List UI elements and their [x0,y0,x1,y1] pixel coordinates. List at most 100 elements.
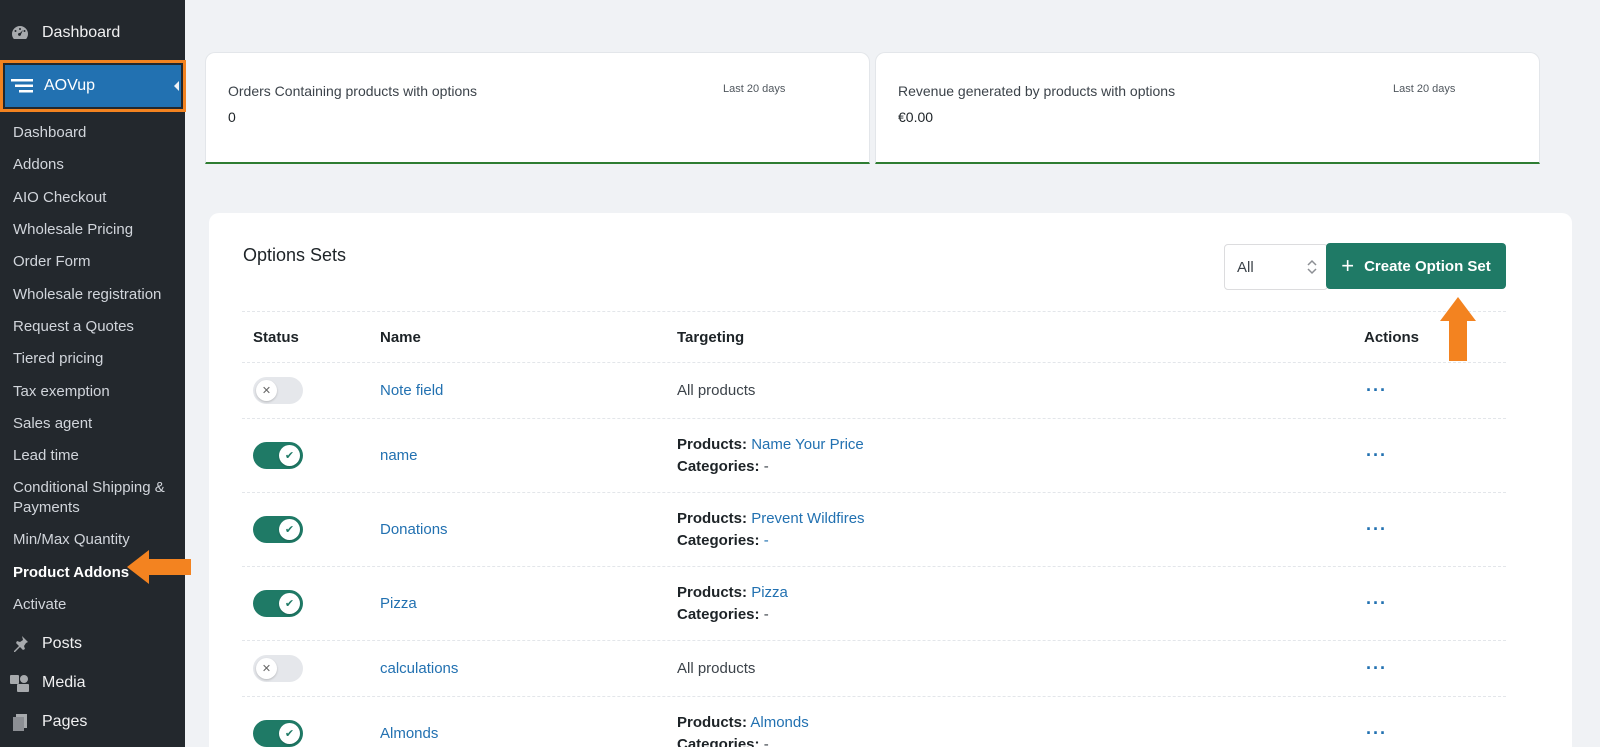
categories-label: Categories: [677,531,760,549]
options-sets-panel: Options Sets All + Create Option Set Sta… [209,213,1572,747]
header-status: Status [253,328,299,346]
more-actions-icon[interactable]: ··· [1364,593,1387,613]
submenu-request-quotes[interactable]: Request a Quotes [0,311,185,343]
submenu-dashboard[interactable]: Dashboard [0,117,185,149]
stat-card-revenue: Revenue generated by products with optio… [875,52,1540,164]
menu-posts[interactable]: Posts [0,624,185,664]
status-toggle[interactable]: ✔ [253,720,303,747]
option-set-name-link[interactable]: Almonds [380,725,438,742]
categories-label: Categories: [677,605,760,623]
option-sets-table: Status Name Targeting Actions ✕ Note fie… [242,311,1506,747]
status-toggle[interactable]: ✔ [253,442,303,469]
option-set-name-link[interactable]: Note field [380,382,443,399]
select-arrows-icon [1307,259,1317,275]
more-actions-icon[interactable]: ··· [1364,445,1387,465]
stat-period: Last 20 days [1393,83,1456,95]
page-title: Options Sets [243,245,347,265]
aovup-highlight: AOVup [0,60,186,112]
menu-dashboard[interactable]: Dashboard [0,13,185,53]
products-label: Products: [677,509,748,527]
admin-sidebar: Dashboard AOVup Dashboard Addons AIO Che… [0,0,186,747]
toggle-off-x-icon: ✕ [256,658,277,679]
header-actions: Actions [1364,328,1420,346]
submenu-addons[interactable]: Addons [0,149,185,181]
categories-value: - [763,605,769,623]
product-link[interactable]: Almonds [750,714,808,731]
categories-label: Categories: [677,735,760,747]
dashboard-icon [8,22,32,44]
product-link[interactable]: Name Your Price [751,436,864,453]
product-link[interactable]: Pizza [751,584,788,601]
stat-label: Orders Containing products with options [228,83,478,99]
status-toggle[interactable]: ✔ [253,516,303,543]
more-actions-icon[interactable]: ··· [1364,723,1387,743]
more-actions-icon[interactable]: ··· [1364,519,1387,539]
submenu-tiered-pricing[interactable]: Tiered pricing [0,343,185,375]
submenu-activate[interactable]: Activate [0,589,185,621]
toggle-on-check-icon: ✔ [279,519,300,540]
table-row: ✔ name Products: Name Your Price Categor… [242,419,1506,493]
submenu-aio-checkout[interactable]: AIO Checkout [0,182,185,214]
pages-icon [8,711,32,733]
table-header: Status Name Targeting Actions [242,311,1506,363]
menu-aovup-label: AOVup [44,77,95,94]
categories-label: Categories: [677,457,760,475]
left-pointer-arrow-icon [127,550,191,584]
plus-icon: + [1341,253,1355,278]
toggle-off-x-icon: ✕ [256,380,277,401]
products-label: Products: [677,583,748,601]
create-option-set-label: Create Option Set [1364,257,1491,275]
stat-value: 0 [228,109,236,125]
table-row: ✕ calculations All products ··· [242,641,1506,697]
create-option-set-button[interactable]: + Create Option Set [1326,243,1506,289]
header-name: Name [380,328,421,346]
categories-value: - [763,531,769,549]
stat-period: Last 20 days [723,83,786,95]
submenu-order-form[interactable]: Order Form [0,246,185,278]
option-set-name-link[interactable]: calculations [380,660,458,677]
status-filter-select[interactable]: All [1224,244,1328,290]
stat-value: €0.00 [898,109,934,125]
aovup-submenu: Dashboard Addons AIO Checkout Wholesale … [0,117,185,621]
stat-label: Revenue generated by products with optio… [898,83,1176,99]
more-actions-icon[interactable]: ··· [1364,380,1387,400]
menu-media-label: Media [42,674,86,691]
aovup-icon [10,78,34,94]
submenu-conditional-shipping[interactable]: Conditional Shipping & Payments [0,472,185,524]
current-menu-caret [174,81,179,91]
targeting-text: All products [677,382,756,399]
categories-value: - [763,457,769,475]
more-actions-icon[interactable]: ··· [1364,658,1387,678]
toggle-on-check-icon: ✔ [279,593,300,614]
menu-aovup[interactable]: AOVup [5,65,181,107]
submenu-sales-agent[interactable]: Sales agent [0,408,185,440]
option-set-name-link[interactable]: name [380,447,418,464]
targeting-text: All products [677,660,756,677]
stat-card-orders: Orders Containing products with options … [205,52,870,164]
status-toggle[interactable]: ✔ [253,590,303,617]
toggle-on-check-icon: ✔ [279,723,300,744]
status-toggle[interactable]: ✕ [253,655,303,682]
submenu-lead-time[interactable]: Lead time [0,440,185,472]
up-pointer-arrow-icon [1440,297,1476,361]
status-toggle[interactable]: ✕ [253,377,303,404]
table-row: ✔ Donations Products: Prevent Wildfires … [242,493,1506,567]
table-row: ✕ Note field All products ··· [242,363,1506,419]
product-link[interactable]: Prevent Wildfires [751,510,864,527]
media-icon [8,672,32,694]
products-label: Products: [677,713,748,731]
header-targeting: Targeting [677,328,745,346]
submenu-wholesale-pricing[interactable]: Wholesale Pricing [0,214,185,246]
submenu-wholesale-registration[interactable]: Wholesale registration [0,278,185,310]
menu-pages[interactable]: Pages [0,702,185,742]
menu-pages-label: Pages [42,713,88,730]
menu-posts-label: Posts [42,635,83,652]
pin-icon [8,633,32,655]
menu-dashboard-label: Dashboard [42,24,121,41]
option-set-name-link[interactable]: Donations [380,521,448,538]
products-label: Products: [677,435,748,453]
submenu-tax-exemption[interactable]: Tax exemption [0,375,185,407]
option-set-name-link[interactable]: Pizza [380,595,417,612]
table-row: ✔ Almonds Products: Almonds Categories: … [242,697,1506,747]
menu-media[interactable]: Media [0,663,185,703]
